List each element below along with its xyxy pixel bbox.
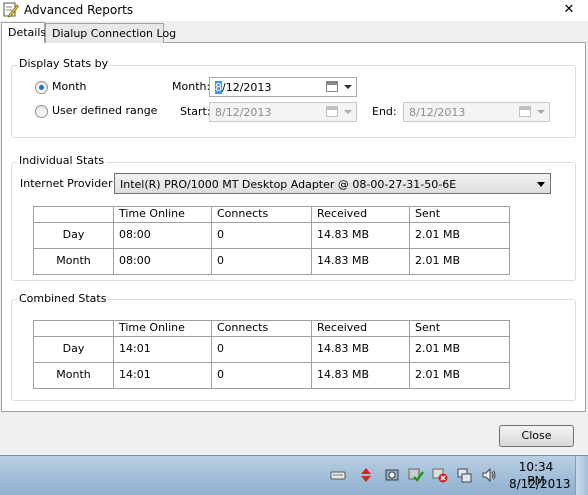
- internet-provider-label: Internet Provider: [20, 177, 113, 190]
- network-icon[interactable]: [456, 467, 472, 483]
- row-label: Day: [33, 336, 114, 363]
- sent-cell: 2.01 MB: [409, 362, 510, 389]
- app-pencil-icon: [3, 2, 19, 18]
- sent-cell: 2.01 MB: [409, 248, 510, 275]
- sent-cell: 2.01 MB: [409, 336, 510, 363]
- start-field-label: Start:: [180, 105, 211, 118]
- calendar-icon: [326, 106, 338, 117]
- connects-cell: 0: [211, 336, 312, 363]
- combined-stats-table: Time Online Connects Received Sent Day 1…: [33, 320, 510, 389]
- column-header: [33, 206, 114, 223]
- end-field-label: End:: [372, 105, 397, 118]
- table-header-row: Time Online Connects Received Sent: [33, 206, 510, 223]
- virtualbox-icon[interactable]: [384, 467, 400, 483]
- close-button[interactable]: Close: [499, 425, 574, 447]
- received-cell: 14.83 MB: [311, 336, 410, 363]
- tab-dialup-connection-log[interactable]: Dialup Connection Log: [45, 23, 176, 43]
- individual-stats-table: Time Online Connects Received Sent Day 0…: [33, 206, 510, 275]
- start-date-picker[interactable]: 8/12/2013: [209, 102, 357, 122]
- table-row: Day 14:01 0 14.83 MB 2.01 MB: [33, 336, 510, 363]
- column-header: Time Online: [113, 320, 212, 337]
- month-date-selected-part: 8: [215, 81, 222, 94]
- keyboard-icon[interactable]: [330, 467, 346, 483]
- dropdown-arrow-icon: [537, 110, 545, 114]
- received-cell: 14.83 MB: [311, 362, 410, 389]
- window-title: Advanced Reports: [24, 3, 134, 17]
- table-row: Day 08:00 0 14.83 MB 2.01 MB: [33, 222, 510, 249]
- connects-cell: 0: [211, 362, 312, 389]
- clock-date[interactable]: 8/12/2013: [509, 477, 571, 491]
- end-date-picker[interactable]: 8/12/2013: [403, 102, 550, 122]
- connects-cell: 0: [211, 248, 312, 275]
- column-header: [33, 320, 114, 337]
- sent-cell: 2.01 MB: [409, 222, 510, 249]
- column-header: Sent: [409, 206, 510, 223]
- row-label: Month: [33, 362, 114, 389]
- display-stats-title: Display Stats by: [17, 57, 111, 70]
- time-online-cell: 14:01: [113, 362, 212, 389]
- time-online-cell: 08:00: [113, 222, 212, 249]
- received-cell: 14.83 MB: [311, 248, 410, 275]
- window-close-button[interactable]: ✕: [550, 0, 588, 20]
- volume-icon[interactable]: [481, 467, 497, 483]
- calendar-icon[interactable]: [326, 81, 338, 92]
- received-cell: 14.83 MB: [311, 222, 410, 249]
- dropdown-arrow-icon[interactable]: [537, 182, 545, 187]
- show-desktop-button[interactable]: [575, 456, 588, 495]
- row-label: Month: [33, 248, 114, 275]
- month-radio-label[interactable]: Month: [52, 80, 86, 93]
- column-header: Received: [311, 320, 410, 337]
- month-date-value[interactable]: 8/12/2013: [215, 81, 271, 94]
- arrows-icon[interactable]: [358, 467, 374, 483]
- month-date-picker[interactable]: 8/12/2013: [209, 77, 357, 97]
- table-row: Month 14:01 0 14.83 MB 2.01 MB: [33, 362, 510, 389]
- row-label: Day: [33, 222, 114, 249]
- internet-provider-value: Intel(R) PRO/1000 MT Desktop Adapter @ 0…: [120, 178, 457, 191]
- time-online-cell: 14:01: [113, 336, 212, 363]
- month-date-rest: /12/2013: [222, 81, 272, 94]
- calendar-icon: [519, 106, 531, 117]
- user-defined-range-radio-label[interactable]: User defined range: [52, 104, 157, 117]
- connects-cell: 0: [211, 222, 312, 249]
- time-online-cell: 08:00: [113, 248, 212, 275]
- taskbar: [0, 455, 588, 495]
- table-row: Month 08:00 0 14.83 MB 2.01 MB: [33, 248, 510, 275]
- column-header: Received: [311, 206, 410, 223]
- internet-provider-select[interactable]: Intel(R) PRO/1000 MT Desktop Adapter @ 0…: [114, 173, 551, 194]
- dropdown-arrow-icon[interactable]: [344, 85, 352, 89]
- month-field-label: Month:: [172, 80, 211, 93]
- dropdown-arrow-icon: [344, 110, 352, 114]
- tab-details[interactable]: Details: [1, 22, 46, 43]
- combined-stats-title: Combined Stats: [17, 292, 109, 305]
- user-defined-range-radio[interactable]: [35, 105, 48, 118]
- month-radio[interactable]: [35, 81, 48, 94]
- column-header: Connects: [211, 320, 312, 337]
- column-header: Sent: [409, 320, 510, 337]
- individual-stats-title: Individual Stats: [17, 154, 107, 167]
- end-date-value: 8/12/2013: [409, 106, 466, 119]
- table-header-row: Time Online Connects Received Sent: [33, 320, 510, 337]
- network-error-icon[interactable]: [432, 467, 448, 483]
- security-check-icon[interactable]: [408, 467, 424, 483]
- start-date-value: 8/12/2013: [215, 106, 272, 119]
- column-header: Time Online: [113, 206, 212, 223]
- column-header: Connects: [211, 206, 312, 223]
